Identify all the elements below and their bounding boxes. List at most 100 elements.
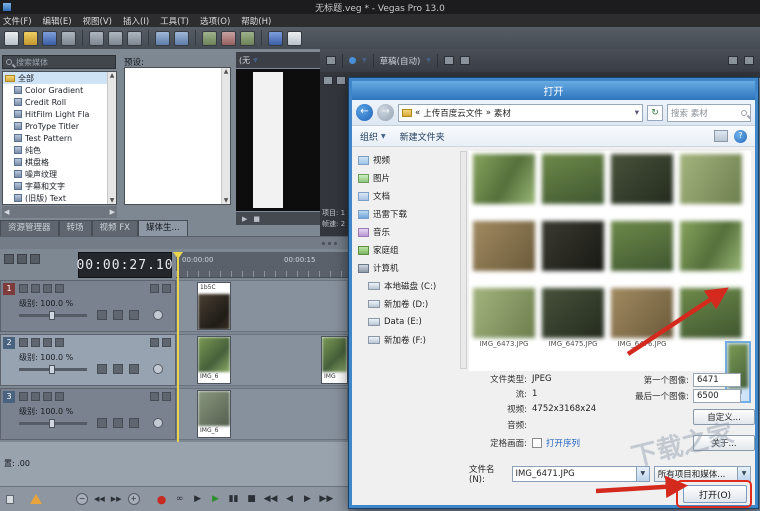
file-thumbnail[interactable] — [473, 221, 535, 271]
new-project-icon[interactable] — [4, 31, 19, 46]
preview-device-icon[interactable] — [349, 57, 356, 64]
generator-dropdown[interactable]: (无 — [239, 55, 250, 66]
media-tree-item[interactable]: 噪声纹理 — [3, 168, 116, 180]
cut-icon[interactable] — [89, 31, 104, 46]
automation-icon[interactable] — [150, 284, 159, 293]
about-button[interactable]: 关于... — [693, 435, 755, 451]
chevron-down-icon[interactable]: ▼ — [426, 57, 431, 64]
chevron-down-icon[interactable]: ▼ — [253, 57, 258, 64]
menu-insert[interactable]: 插入(I) — [123, 15, 149, 27]
redo-icon[interactable] — [174, 31, 189, 46]
track-header-2[interactable]: 2 级别: 100.0 % — [0, 334, 176, 386]
nav-item-drive-c[interactable]: 本地磁盘 (C:) — [358, 277, 458, 295]
file-thumbnail[interactable] — [542, 221, 604, 271]
stop-button[interactable]: ■ — [246, 492, 258, 506]
solo-icon[interactable] — [31, 392, 40, 401]
bypass-motion-blur-icon[interactable] — [55, 284, 64, 293]
menu-file[interactable]: 文件(F) — [3, 15, 32, 27]
gear-icon[interactable] — [113, 418, 123, 428]
timeline-clip[interactable]: IMG_6 — [197, 390, 231, 438]
gear-icon[interactable] — [113, 364, 123, 374]
slider-handle[interactable] — [49, 419, 55, 428]
play-button[interactable]: ▶ — [210, 492, 222, 506]
scroll-up-icon[interactable]: ▲ — [110, 72, 115, 79]
menu-options[interactable]: 选项(O) — [200, 15, 230, 27]
dialog-titlebar[interactable]: 打开 — [352, 81, 755, 100]
media-tree-item[interactable]: ProType Titler — [3, 120, 116, 132]
customize-button[interactable]: 自定义... — [693, 409, 755, 425]
dialog-search-input[interactable]: 搜索 素材 — [667, 104, 751, 122]
compositing-icon[interactable] — [162, 338, 171, 347]
forward-button[interactable]: → — [377, 104, 394, 121]
scroll-down-icon[interactable]: ▼ — [110, 197, 115, 204]
scroll-left-icon[interactable]: ◀ — [4, 208, 9, 216]
normal-edit-tool-icon[interactable] — [268, 31, 283, 46]
track-header-1[interactable]: 1 级别: 100.0 % — [0, 280, 176, 332]
solo-icon[interactable] — [31, 338, 40, 347]
track-3-timeline[interactable]: IMG_6 — [176, 388, 348, 440]
open-sequence-label[interactable]: 打开序列 — [546, 437, 580, 449]
preview-quality-dropdown[interactable]: 草稿(自动) — [380, 55, 421, 67]
save-project-icon[interactable] — [42, 31, 57, 46]
nav-item-downloads[interactable]: 迅雷下载 — [358, 205, 458, 223]
scroll-right-icon[interactable]: ▶ — [110, 208, 115, 216]
file-thumbnail[interactable]: IMG_6473.JPG — [473, 288, 535, 348]
chevron-down-icon[interactable]: ▼ — [636, 467, 649, 481]
file-thumbnail[interactable] — [611, 221, 673, 271]
fx-icon[interactable] — [43, 284, 52, 293]
media-tree-item[interactable]: 字幕和文字 — [3, 180, 116, 192]
pan-knob[interactable] — [153, 418, 163, 428]
chevron-down-icon[interactable]: ▼ — [737, 467, 750, 481]
slider-handle[interactable] — [49, 365, 55, 374]
first-image-input[interactable]: 6471 — [693, 373, 741, 387]
last-image-input[interactable]: 6500 — [693, 389, 741, 403]
menu-edit[interactable]: 编辑(E) — [43, 15, 72, 27]
breadcrumb-segment[interactable]: 上传百度云文件 — [423, 107, 483, 119]
next-frame-button[interactable]: ▶ — [301, 492, 313, 506]
track-level-slider[interactable] — [19, 314, 87, 317]
media-tree-item[interactable]: Color Gradient — [3, 84, 116, 96]
previous-frame-button[interactable]: ◀ — [283, 492, 295, 506]
region-tool-icon[interactable] — [17, 254, 27, 264]
project-notes-icon[interactable] — [6, 495, 14, 504]
file-thumbnail[interactable] — [680, 288, 742, 348]
nav-item-drive-f[interactable]: 新加卷 (F:) — [358, 331, 458, 349]
tab-video-fx[interactable]: 视频 FX — [92, 220, 138, 236]
nav-item-videos[interactable]: 视频 — [358, 151, 458, 169]
preset-scrollbar[interactable]: ▲▼ — [221, 68, 230, 204]
nav-item-pictures[interactable]: 图片 — [358, 169, 458, 187]
media-tree-item[interactable]: Credit Roll — [3, 96, 116, 108]
file-thumbnail[interactable]: IMG_6476.JPG — [611, 288, 673, 348]
media-search-input[interactable]: 搜索媒体 — [2, 55, 116, 69]
nav-item-drive-d[interactable]: 新加卷 (D:) — [358, 295, 458, 313]
file-thumbnail[interactable] — [542, 154, 604, 204]
preview-monitor-icon[interactable] — [326, 56, 336, 65]
meter-icon[interactable] — [129, 310, 139, 320]
phase-icon[interactable] — [97, 418, 107, 428]
record-button[interactable]: ● — [156, 492, 168, 506]
nav-item-documents[interactable]: 文档 — [358, 187, 458, 205]
mute-icon[interactable] — [19, 392, 28, 401]
file-thumbnail[interactable] — [680, 154, 742, 204]
paste-icon[interactable] — [127, 31, 142, 46]
meter-icon[interactable] — [129, 418, 139, 428]
snapshot-icon[interactable] — [744, 56, 754, 65]
new-folder-button[interactable]: 新建文件夹 — [400, 130, 445, 143]
chevron-down-icon[interactable]: ▾ — [635, 108, 639, 118]
timeline-clip[interactable]: IMG_6 — [197, 336, 231, 384]
edit-cursor-head[interactable] — [173, 252, 183, 264]
refresh-icon[interactable]: ↻ — [647, 105, 663, 121]
preset-list[interactable]: ▲▼ — [124, 67, 231, 205]
back-button[interactable]: ← — [356, 104, 373, 121]
overlays-icon[interactable] — [460, 56, 470, 65]
preview-stop-icon[interactable]: ■ — [253, 215, 260, 223]
pause-button[interactable]: ▮▮ — [228, 492, 240, 506]
tree-scrollbar[interactable]: ▲▼ — [107, 72, 116, 204]
lock-envelopes-icon[interactable] — [240, 31, 255, 46]
breadcrumb[interactable]: « 上传百度云文件 » 素材 ▾ — [398, 104, 643, 122]
scroll-left-icon[interactable]: ◀◀ — [94, 495, 105, 503]
media-tree-item[interactable]: 纯色 — [3, 144, 116, 156]
auto-ripple-icon[interactable] — [221, 31, 236, 46]
zoom-in-icon[interactable]: + — [128, 493, 140, 505]
change-view-icon[interactable] — [714, 130, 728, 142]
